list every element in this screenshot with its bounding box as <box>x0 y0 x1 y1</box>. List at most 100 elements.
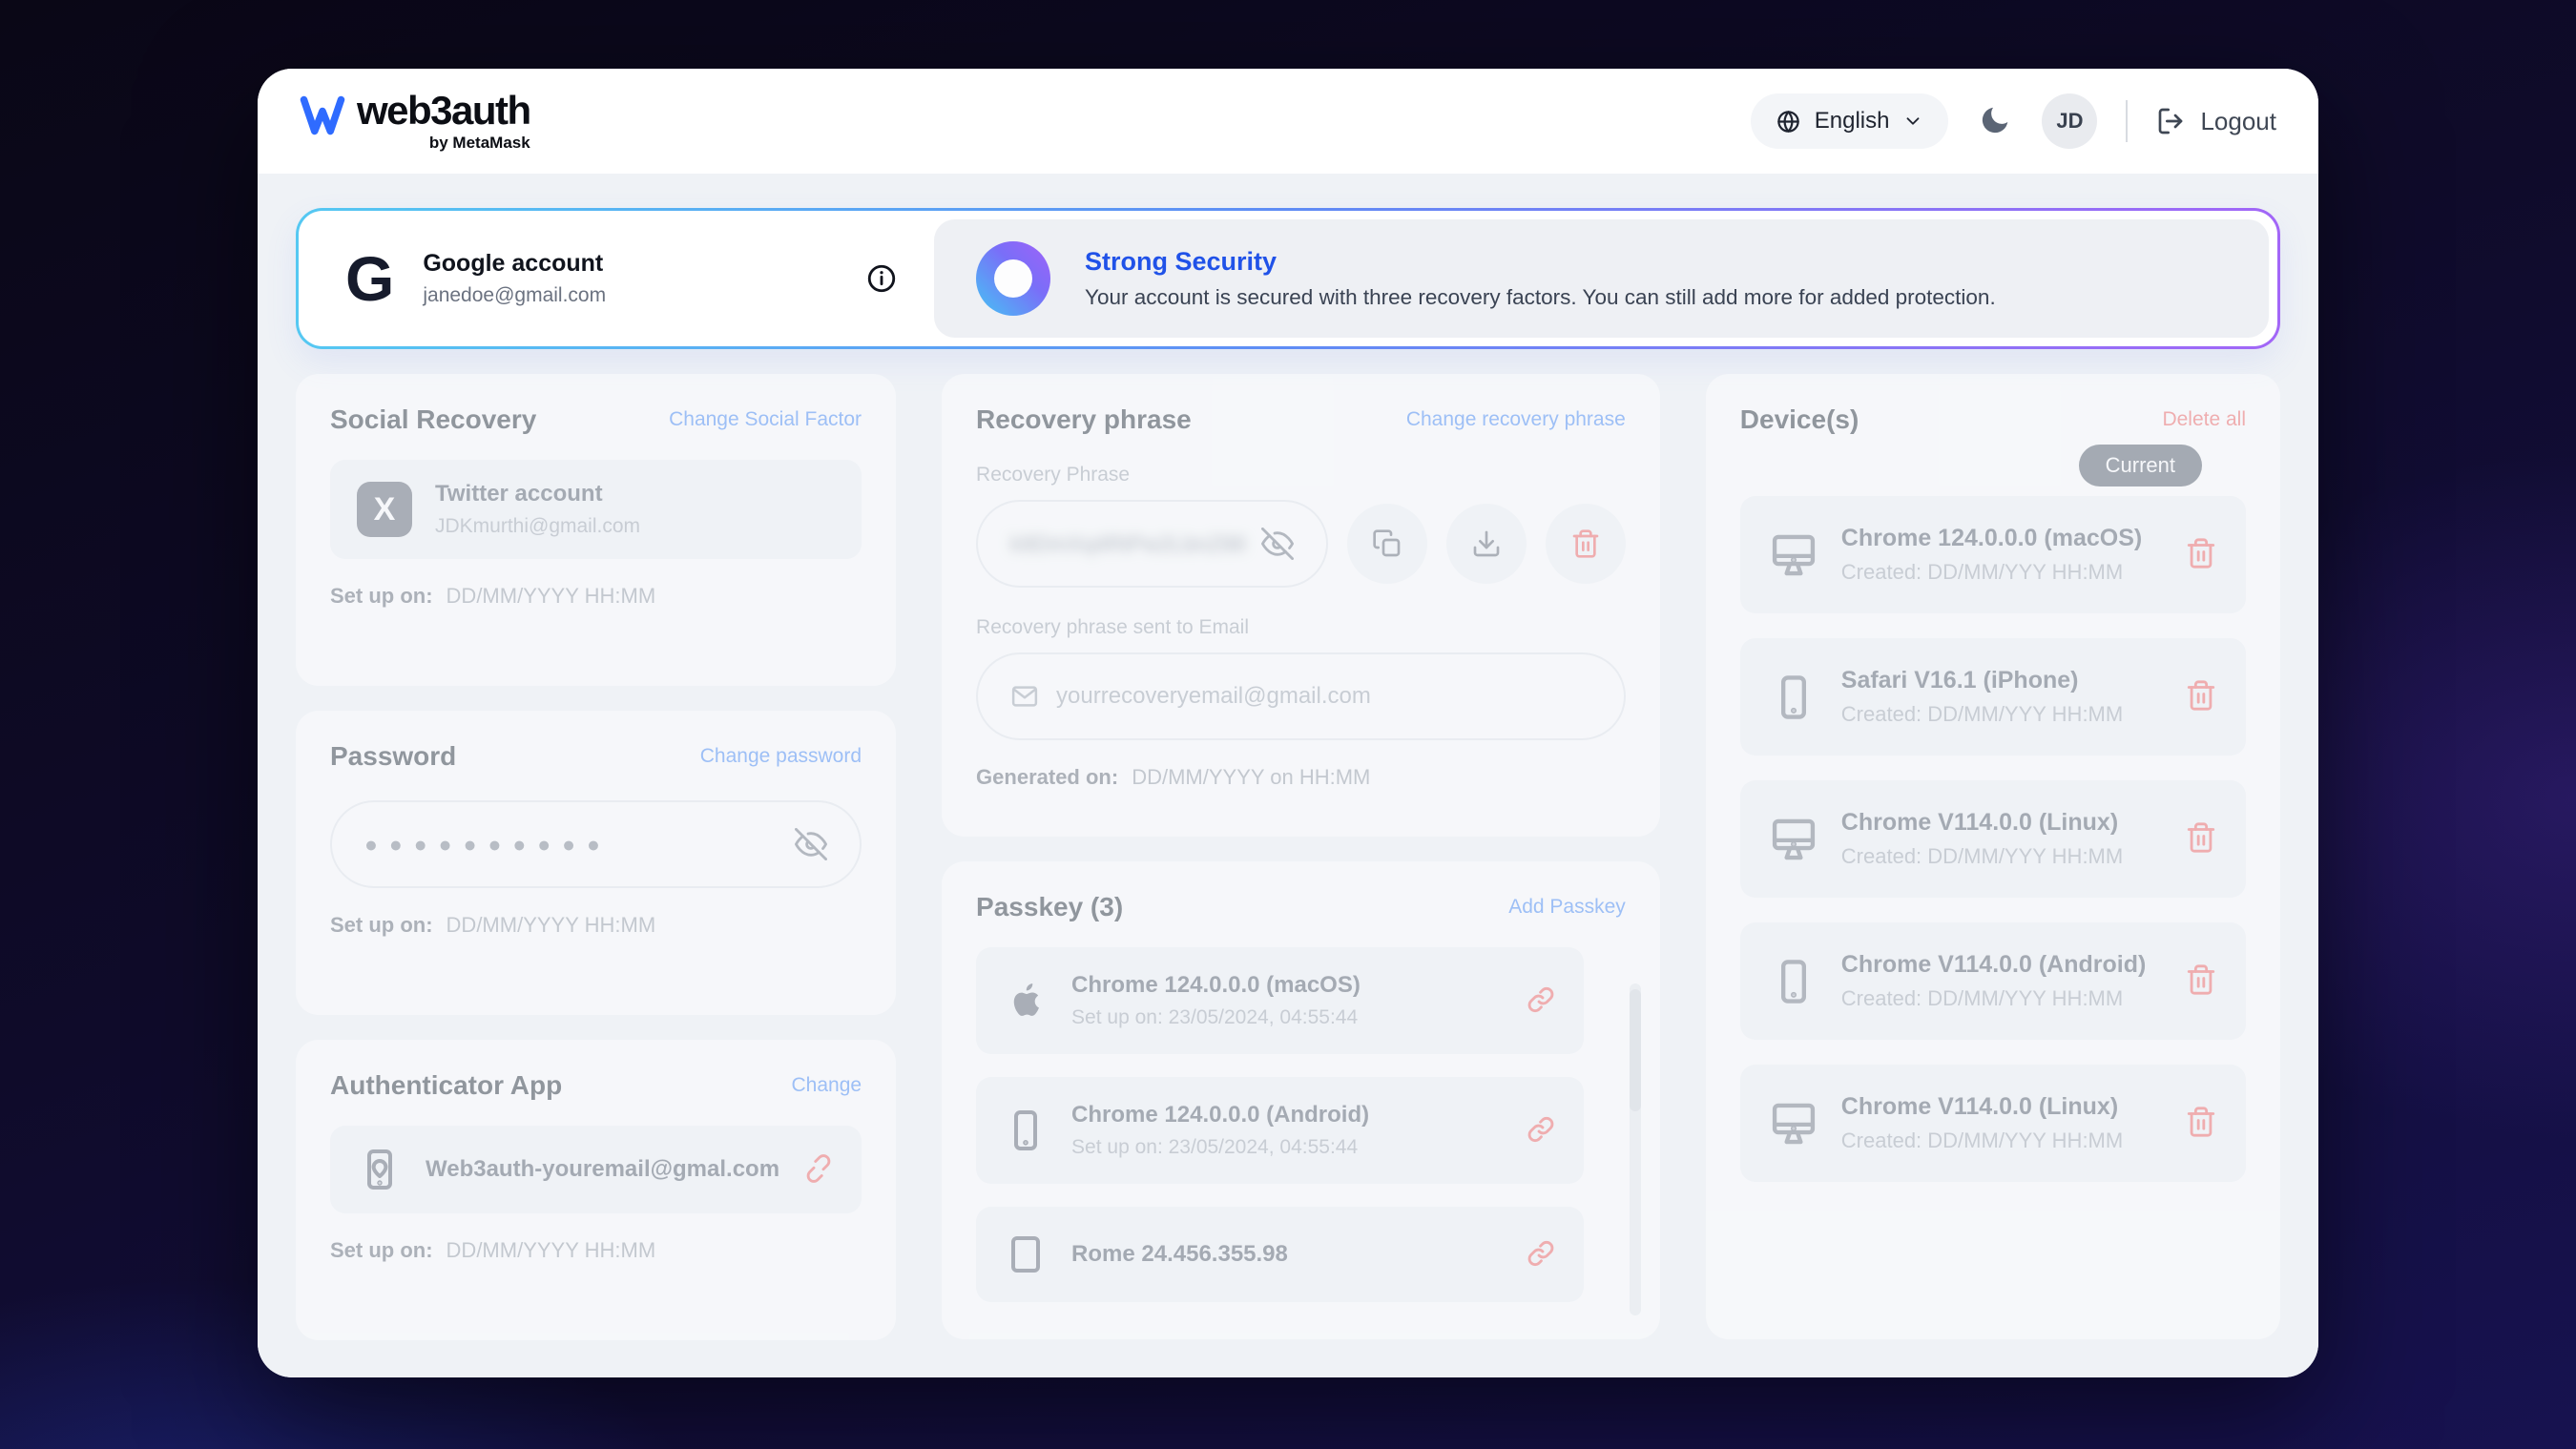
tablet-icon <box>1003 1232 1049 1277</box>
unlink-passkey-button[interactable] <box>1525 1237 1557 1273</box>
recovery-email-value: yourrecoveryemail@gmail.com <box>1056 683 1371 710</box>
passkey-row: Rome 24.456.355.98 <box>976 1207 1584 1302</box>
password-title: Password <box>330 741 456 772</box>
top-header: web3auth by MetaMask English JD Logout <box>258 69 2318 174</box>
header-actions: English JD Logout <box>1751 93 2276 149</box>
change-recovery-phrase-link[interactable]: Change recovery phrase <box>1406 408 1626 431</box>
add-passkey-link[interactable]: Add Passkey <box>1508 896 1626 919</box>
web3auth-w-icon <box>300 94 345 136</box>
passkey-list: Chrome 124.0.0.0 (macOS) Set up on: 23/0… <box>976 947 1626 1302</box>
logout-button[interactable]: Logout <box>2156 106 2276 136</box>
authenticator-card: Authenticator App Change Web3auth-yourem… <box>296 1040 896 1340</box>
current-device-badge: Current <box>2079 445 2202 486</box>
logout-icon <box>2156 106 2187 136</box>
social-setup-date: Set up on: DD/MM/YYYY HH:MM <box>330 584 862 609</box>
recovery-phrase-obscured: k9DmXq4RtPw2LbnZ88 <box>1010 531 1246 557</box>
desktop-icon <box>1769 1099 1818 1149</box>
logout-label: Logout <box>2200 107 2276 136</box>
social-account-row: X Twitter account JDKmurthi@gmail.com <box>330 460 862 559</box>
device-row: Chrome V114.0.0 (Linux) Created: DD/MM/Y… <box>1740 1065 2246 1182</box>
password-masked-value: ●●●●●●●●●● <box>364 834 795 856</box>
delete-all-devices-link[interactable]: Delete all <box>2162 408 2246 431</box>
recovery-phrase-label: Recovery Phrase <box>976 464 1626 486</box>
recovery-phrase-card: Recovery phrase Change recovery phrase R… <box>942 374 1660 837</box>
language-label: English <box>1815 108 1890 135</box>
language-selector[interactable]: English <box>1751 93 1949 149</box>
delete-device-button[interactable] <box>2185 963 2217 999</box>
devices-title: Device(s) <box>1740 404 1859 435</box>
provider-title: Google account <box>423 250 606 278</box>
provider-email: janedoe@gmail.com <box>423 284 606 307</box>
phone-icon <box>1003 1107 1049 1153</box>
social-recovery-title: Social Recovery <box>330 404 536 435</box>
passkey-scrollbar-track[interactable] <box>1630 983 1641 1315</box>
delete-device-button[interactable] <box>2185 821 2217 857</box>
social-recovery-card: Social Recovery Change Social Factor X T… <box>296 374 896 686</box>
moon-icon <box>1977 102 2013 138</box>
copy-phrase-button[interactable] <box>1347 504 1427 584</box>
dark-mode-toggle[interactable] <box>1977 102 2013 141</box>
download-icon <box>1471 528 1502 559</box>
trash-icon <box>2185 821 2217 854</box>
header-divider <box>2126 100 2128 142</box>
login-provider: G Google account janedoe@gmail.com <box>307 219 865 338</box>
download-phrase-button[interactable] <box>1446 504 1527 584</box>
security-status-panel: Strong Security Your account is secured … <box>934 219 2269 338</box>
unlink-authenticator-button[interactable] <box>802 1152 835 1188</box>
recovery-phrase-title: Recovery phrase <box>976 404 1192 435</box>
change-password-link[interactable]: Change password <box>700 745 862 768</box>
recovery-email-label: Recovery phrase sent to Email <box>976 616 1626 639</box>
unlink-icon <box>802 1152 835 1185</box>
device-row: Safari V16.1 (iPhone) Created: DD/MM/YYY… <box>1740 638 2246 756</box>
delete-phrase-button[interactable] <box>1546 504 1626 584</box>
device-row: Chrome V114.0.0 (Android) Created: DD/MM… <box>1740 922 2246 1040</box>
trash-icon <box>1570 528 1601 559</box>
trash-icon <box>2185 963 2217 996</box>
password-field[interactable]: ●●●●●●●●●● <box>330 800 862 888</box>
info-icon[interactable] <box>865 262 898 295</box>
unlink-passkey-button[interactable] <box>1525 983 1557 1019</box>
social-account-email: JDKmurthi@gmail.com <box>435 515 835 538</box>
apple-icon <box>1003 978 1049 1024</box>
mail-icon <box>1010 682 1039 711</box>
authenticator-setup-date: Set up on: DD/MM/YYYY HH:MM <box>330 1238 862 1263</box>
link-icon <box>1525 983 1557 1016</box>
change-authenticator-link[interactable]: Change <box>791 1074 862 1097</box>
phrase-generated-date: Generated on: DD/MM/YYYY on HH:MM <box>976 765 1626 790</box>
phone-icon <box>1769 673 1818 722</box>
password-setup-date: Set up on: DD/MM/YYYY HH:MM <box>330 913 862 938</box>
toggle-phrase-visibility-icon[interactable] <box>1261 528 1294 560</box>
recovery-email-field[interactable]: yourrecoveryemail@gmail.com <box>976 652 1626 740</box>
unlink-passkey-button[interactable] <box>1525 1113 1557 1149</box>
delete-device-button[interactable] <box>2185 679 2217 714</box>
social-account-title: Twitter account <box>435 481 835 507</box>
security-status-description: Your account is secured with three recov… <box>1085 285 1996 310</box>
authenticator-title: Authenticator App <box>330 1070 562 1101</box>
link-icon <box>1525 1237 1557 1270</box>
copy-icon <box>1372 528 1402 559</box>
desktop-icon <box>1769 530 1818 580</box>
desktop-icon <box>1769 815 1818 864</box>
link-icon <box>1525 1113 1557 1146</box>
change-social-factor-link[interactable]: Change Social Factor <box>669 408 862 431</box>
passkey-row: Chrome 124.0.0.0 (macOS) Set up on: 23/0… <box>976 947 1584 1054</box>
password-card: Password Change password ●●●●●●●●●● Set … <box>296 711 896 1015</box>
device-row: Chrome V114.0.0 (Linux) Created: DD/MM/Y… <box>1740 780 2246 898</box>
authenticator-account: Web3auth-youremail@gmal.com <box>426 1156 779 1183</box>
page-background: web3auth by MetaMask English JD Logout <box>0 0 2576 1449</box>
security-progress-ring <box>976 241 1050 316</box>
globe-icon <box>1776 109 1801 135</box>
toggle-password-visibility-icon[interactable] <box>795 828 827 860</box>
content-area: G Google account janedoe@gmail.com Stron… <box>258 174 2318 1377</box>
delete-device-button[interactable] <box>2185 537 2217 572</box>
recovery-phrase-field[interactable]: k9DmXq4RtPw2LbnZ88 <box>976 500 1328 588</box>
phone-icon <box>1769 957 1818 1006</box>
trash-icon <box>2185 1106 2217 1138</box>
passkey-scrollbar-thumb[interactable] <box>1630 989 1641 1111</box>
passkey-title: Passkey (3) <box>976 892 1123 922</box>
trash-icon <box>2185 537 2217 569</box>
user-avatar[interactable]: JD <box>2042 93 2097 149</box>
delete-device-button[interactable] <box>2185 1106 2217 1141</box>
passkey-card: Passkey (3) Add Passkey Chrome 124.0.0.0… <box>942 861 1660 1339</box>
logo-subtext: by MetaMask <box>429 134 530 153</box>
